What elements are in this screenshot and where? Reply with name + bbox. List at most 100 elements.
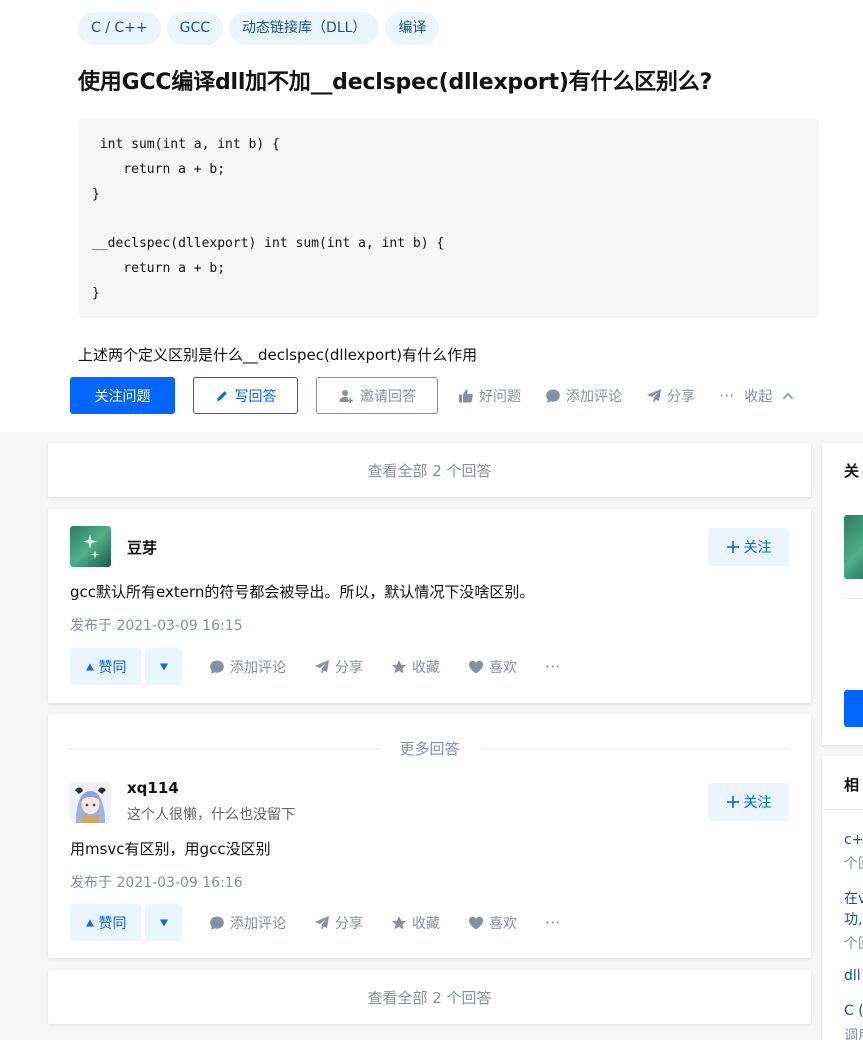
more-options-button[interactable]: ··· (719, 386, 734, 405)
like-button[interactable]: 喜欢 (468, 657, 517, 677)
vote-label: 赞同 (98, 915, 127, 932)
star-icon (392, 915, 406, 929)
share-button[interactable]: 分享 (646, 386, 695, 406)
comment-icon (546, 389, 560, 403)
author-headline: 这个人很懒，什么也没留下 (127, 807, 295, 823)
add-comment-button[interactable]: 添加评论 (545, 386, 622, 406)
follow-label: 关注 (743, 795, 772, 811)
comment-label: 添加评论 (230, 915, 286, 932)
sidebar-card-title: 关 (844, 462, 860, 480)
share-button[interactable]: 分享 (314, 913, 363, 933)
more-options-button[interactable]: ··· (545, 913, 560, 932)
sidebar-card-about: 关 (822, 443, 863, 745)
answer-actions: 赞同 添加评论 分享 收藏 喜欢 ··· (70, 904, 560, 941)
sidebar-card-title: 相 (844, 776, 860, 794)
vote-down-button[interactable] (145, 904, 182, 941)
related-question-link[interactable]: 功, (844, 909, 862, 929)
related-question-link[interactable]: dll (844, 968, 861, 984)
good-question-label: 好问题 (479, 388, 521, 405)
share-icon (647, 388, 661, 403)
plus-icon (726, 541, 739, 553)
follow-author-button[interactable]: 关注 (708, 528, 789, 566)
comment-icon (210, 660, 224, 674)
topic-list: C / C++ GCC 动态链接库（DLL） 编译 (78, 12, 440, 45)
share-icon (315, 659, 329, 674)
more-answers-label: 更多回答 (399, 739, 460, 758)
answer-actions: 赞同 添加评论 分享 收藏 喜欢 ··· (70, 648, 560, 685)
invite-answer-button[interactable]: 邀请回答 (316, 377, 438, 414)
vote-up-button[interactable]: 赞同 (70, 648, 141, 685)
author-name[interactable]: xq114 (127, 779, 179, 797)
comment-icon (210, 916, 224, 930)
question-header: C / C++ GCC 动态链接库（DLL） 编译 使用GCC编译dll加不加_… (0, 0, 863, 432)
related-question-link[interactable]: c+ (844, 832, 863, 848)
chevron-up-icon (783, 392, 794, 399)
triangle-down-icon (159, 663, 168, 670)
vote-up-button[interactable]: 赞同 (70, 904, 141, 941)
add-comment-label: 添加评论 (566, 388, 622, 405)
follow-question-button[interactable]: 关注问题 (70, 377, 175, 414)
avatar-image (70, 782, 111, 823)
view-all-answers-button[interactable]: 查看全部 2 个回答 (48, 970, 811, 1024)
sidebar-card-related: 相 c+ 个回 在v 功, 个回 dll C ( 调用 (822, 756, 863, 1040)
answer-content: 用msvc有区别，用gcc没区别 (70, 840, 271, 858)
comment-label: 添加评论 (230, 659, 286, 676)
question-title: 使用GCC编译dll加不加__declspec(dllexport)有什么区别么… (78, 70, 713, 95)
avatar[interactable] (70, 782, 111, 823)
collect-button[interactable]: 收藏 (391, 913, 440, 933)
view-all-answers-button[interactable]: 查看全部 2 个回答 (48, 443, 811, 497)
add-comment-button[interactable]: 添加评论 (209, 657, 286, 677)
answer-time[interactable]: 发布于 2021-03-09 16:15 (70, 615, 243, 635)
share-label: 分享 (667, 388, 695, 405)
like-button[interactable]: 喜欢 (468, 913, 517, 933)
star-icon (392, 659, 406, 673)
add-comment-button[interactable]: 添加评论 (209, 913, 286, 933)
invite-answer-label: 邀请回答 (360, 388, 416, 405)
share-label: 分享 (335, 659, 363, 676)
topic-tag[interactable]: C / C++ (78, 12, 161, 45)
answer-time[interactable]: 发布于 2021-03-09 16:16 (70, 872, 243, 892)
write-answer-button[interactable]: 写回答 (193, 377, 298, 414)
collect-label: 收藏 (412, 915, 440, 932)
collapse-button[interactable]: 收起 (744, 386, 795, 406)
divider (822, 809, 863, 810)
triangle-down-icon (159, 919, 168, 926)
share-label: 分享 (335, 915, 363, 932)
sidebar-button[interactable] (844, 690, 863, 727)
related-question-link[interactable]: 在v (844, 888, 863, 908)
divider-line (481, 747, 790, 749)
collect-label: 收藏 (412, 659, 440, 676)
answer-content: gcc默认所有extern的符号都会被导出。所以，默认情况下没啥区别。 (70, 583, 535, 601)
vote-down-button[interactable] (145, 648, 182, 685)
triangle-up-icon (85, 919, 94, 926)
question-description: 上述两个定义区别是什么__declspec(dllexport)有什么作用 (78, 346, 478, 364)
author-name[interactable]: 豆芽 (127, 537, 157, 558)
heart-icon (469, 660, 483, 673)
avatar[interactable] (70, 526, 111, 567)
vote-label: 赞同 (98, 659, 127, 676)
sidebar-avatar[interactable] (844, 515, 863, 579)
follow-author-button[interactable]: 关注 (708, 783, 789, 821)
follow-label: 关注 (743, 540, 772, 556)
invite-user-icon (339, 389, 353, 403)
avatar-image (70, 526, 111, 567)
pencil-icon (216, 390, 227, 401)
collect-button[interactable]: 收藏 (391, 657, 440, 677)
share-icon (315, 915, 329, 930)
collapse-label: 收起 (744, 388, 773, 405)
code-block: int sum(int a, int b) { return a + b; } … (78, 119, 819, 318)
more-options-button[interactable]: ··· (545, 657, 560, 676)
related-question-meta: 个回 (844, 856, 863, 872)
like-label: 喜欢 (489, 659, 517, 676)
more-answers-divider: 更多回答 (70, 736, 790, 760)
good-question-button[interactable]: 好问题 (458, 386, 521, 406)
topic-tag[interactable]: 编译 (385, 12, 440, 45)
topic-tag[interactable]: GCC (166, 12, 224, 45)
related-question-link[interactable]: C ( (844, 1003, 863, 1019)
like-label: 喜欢 (489, 915, 517, 932)
topic-tag[interactable]: 动态链接库（DLL） (229, 12, 380, 45)
thumbs-up-icon (459, 389, 473, 402)
question-actions: 关注问题 写回答 邀请回答 好问题 添加评论 分享 ··· 收起 (70, 377, 795, 414)
share-button[interactable]: 分享 (314, 657, 363, 677)
triangle-up-icon (85, 663, 94, 670)
